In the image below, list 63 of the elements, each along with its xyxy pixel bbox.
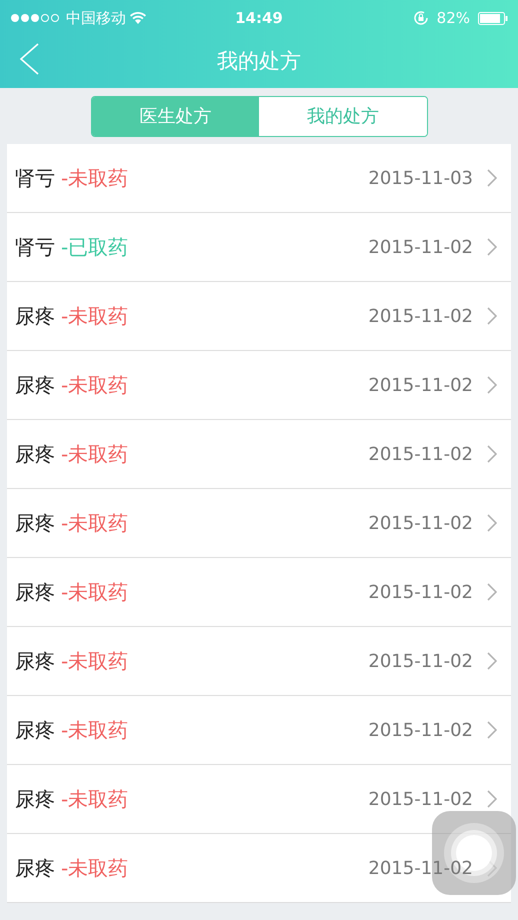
prescription-row[interactable]: 尿疼 -未取药 2015-11-02 [7, 420, 511, 489]
prescription-row[interactable]: 尿疼 -未取药 2015-11-02 [7, 489, 511, 558]
prescription-date: 2015-11-02 [368, 788, 473, 812]
diagnosis-name: 肾亏 [15, 234, 55, 261]
chevron-icon [487, 376, 497, 394]
prescription-date: 2015-11-02 [368, 236, 473, 260]
prescription-date: 2015-11-02 [368, 718, 473, 742]
pickup-status: -未取药 [61, 303, 128, 330]
pickup-status: -未取药 [61, 441, 128, 468]
pickup-status: -未取药 [61, 717, 128, 744]
pickup-status: -未取药 [61, 510, 128, 537]
prescription-row[interactable]: 尿疼 -未取药 2015-11-02 [7, 765, 511, 834]
chevron-icon [487, 445, 497, 463]
diagnosis-name: 尿疼 [15, 303, 55, 330]
diagnosis-name: 尿疼 [15, 510, 55, 537]
chevron-icon [487, 859, 497, 877]
prescription-row[interactable]: 肾亏 -未取药 2015-11-03 [7, 144, 511, 213]
prescription-row[interactable]: 尿疼 -未取药 2015-11-02 [7, 696, 511, 765]
chevron-icon [487, 307, 497, 325]
prescription-date: 2015-11-02 [368, 856, 473, 880]
prescription-date: 2015-11-02 [368, 512, 473, 536]
pickup-status: -未取药 [61, 648, 128, 675]
diagnosis-name: 尿疼 [15, 441, 55, 468]
diagnosis-name: 尿疼 [15, 648, 55, 675]
battery-icon [478, 12, 508, 24]
diagnosis-name: 肾亏 [15, 165, 55, 192]
chevron-icon [487, 790, 497, 808]
diagnosis-name: 尿疼 [15, 372, 55, 399]
chevron-icon [487, 514, 497, 532]
pickup-status: -未取药 [61, 855, 128, 882]
prescription-row[interactable]: 尿疼 -未取药 2015-11-02 [7, 351, 511, 420]
chevron-icon [487, 721, 497, 739]
chevron-icon [487, 583, 497, 601]
battery-percent: 82% [436, 8, 470, 29]
prescription-row[interactable]: 尿疼 -未取药 2015-11-02 [7, 282, 511, 351]
chevron-icon [487, 169, 497, 187]
prescription-date: 2015-11-02 [368, 580, 473, 604]
rotation-lock-icon [412, 10, 429, 26]
prescription-row[interactable]: 尿疼 -未取药 2015-11-02 [7, 558, 511, 627]
diagnosis-name: 尿疼 [15, 786, 55, 813]
chevron-icon [487, 238, 497, 256]
chevron-icon [487, 652, 497, 670]
prescription-row[interactable]: 肾亏 -已取药 2015-11-02 [7, 213, 511, 282]
diagnosis-name: 尿疼 [15, 855, 55, 882]
signal-icon [10, 13, 62, 23]
prescription-date: 2015-11-03 [368, 166, 473, 190]
diagnosis-name: 尿疼 [15, 717, 55, 744]
prescription-date: 2015-11-02 [368, 374, 473, 398]
page-title: 我的处方 [217, 48, 301, 76]
pickup-status: -未取药 [61, 372, 128, 399]
prescription-date: 2015-11-02 [368, 442, 473, 466]
pickup-status: -未取药 [61, 579, 128, 606]
wifi-icon [130, 12, 146, 24]
pickup-status: -未取药 [61, 165, 128, 192]
carrier-name: 中国移动 [66, 8, 126, 29]
pickup-status: -未取药 [61, 786, 128, 813]
prescription-row[interactable]: 尿疼 -未取药 2015-11-02 [7, 627, 511, 696]
prescription-date: 2015-11-02 [368, 304, 473, 328]
clock-time: 14:49 [235, 8, 283, 29]
back-button[interactable] [18, 42, 40, 76]
pickup-status: -已取药 [61, 234, 128, 261]
diagnosis-name: 尿疼 [15, 579, 55, 606]
prescription-date: 2015-11-02 [368, 650, 473, 674]
